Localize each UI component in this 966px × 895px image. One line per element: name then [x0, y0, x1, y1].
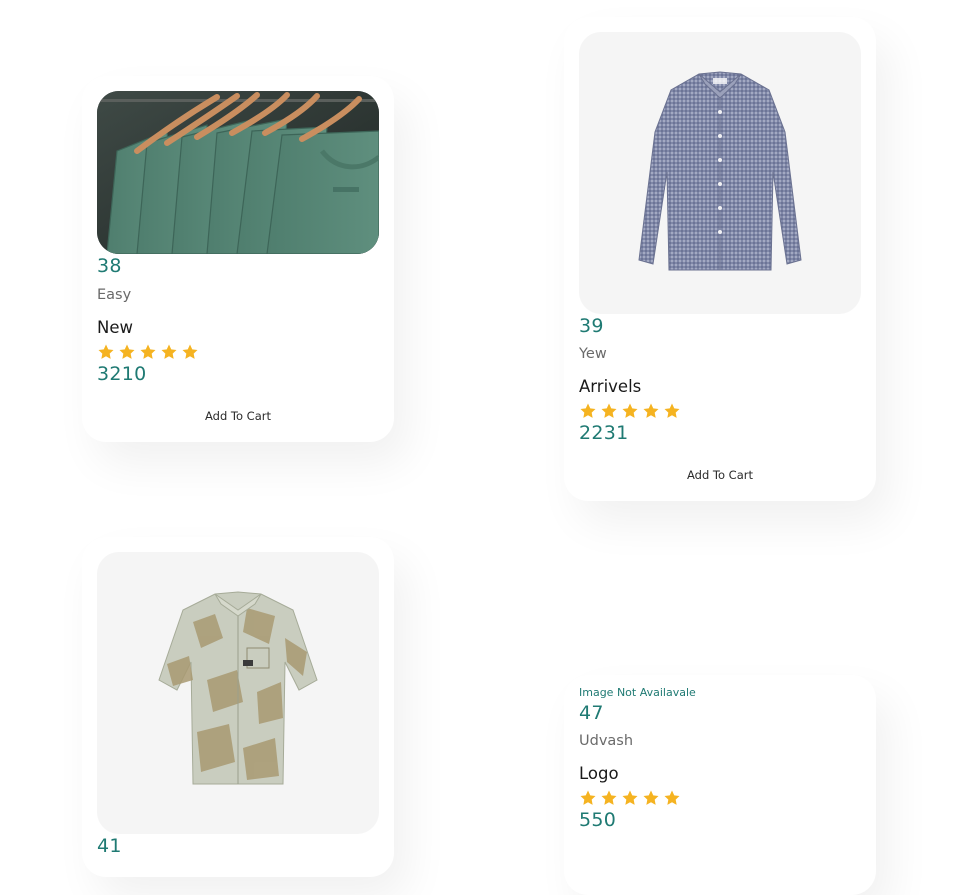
product-title: Logo [579, 764, 619, 783]
rating-stars [97, 343, 199, 361]
product-brand: Yew [579, 346, 607, 362]
star-icon [139, 343, 157, 361]
tshirts-on-hangers-image [97, 91, 379, 254]
product-card[interactable]: 39 Yew Arrivels 2231 Add To Cart [564, 17, 876, 501]
add-to-cart-button[interactable]: Add To Cart [670, 468, 770, 482]
star-icon [621, 789, 639, 807]
product-brand: Udvash [579, 733, 634, 749]
star-icon [663, 789, 681, 807]
product-brand: Easy [97, 287, 132, 303]
product-card[interactable]: 41 [82, 537, 394, 877]
star-icon [97, 343, 115, 361]
product-id: 38 [97, 255, 122, 277]
star-icon [663, 402, 681, 420]
star-icon [579, 402, 597, 420]
product-card[interactable]: 38 Easy New 3210 Add To Cart [82, 76, 394, 442]
star-icon [642, 789, 660, 807]
star-icon [579, 789, 597, 807]
product-title: New [97, 318, 133, 337]
product-price: 3210 [97, 363, 147, 385]
star-icon [118, 343, 136, 361]
product-id: 41 [97, 835, 122, 857]
product-id: 39 [579, 315, 604, 337]
star-icon [621, 402, 639, 420]
long-sleeve-shirt-image [638, 71, 802, 271]
star-icon [642, 402, 660, 420]
star-icon [181, 343, 199, 361]
product-title: Arrivels [579, 377, 642, 396]
star-icon [600, 402, 618, 420]
short-sleeve-shirt-image [158, 591, 318, 785]
add-to-cart-button[interactable]: Add To Cart [188, 409, 288, 423]
rating-stars [579, 789, 681, 807]
product-image[interactable] [97, 552, 379, 834]
product-price: 550 [579, 809, 617, 831]
product-id: 47 [579, 702, 604, 724]
star-icon [600, 789, 618, 807]
product-price: 2231 [579, 422, 629, 444]
product-card[interactable]: Image Not Availavale 47 Udvash Logo 550 [564, 675, 876, 895]
product-image[interactable] [579, 32, 861, 314]
star-icon [160, 343, 178, 361]
product-image[interactable] [97, 91, 379, 254]
rating-stars [579, 402, 681, 420]
image-not-available-text: Image Not Availavale [579, 686, 696, 699]
